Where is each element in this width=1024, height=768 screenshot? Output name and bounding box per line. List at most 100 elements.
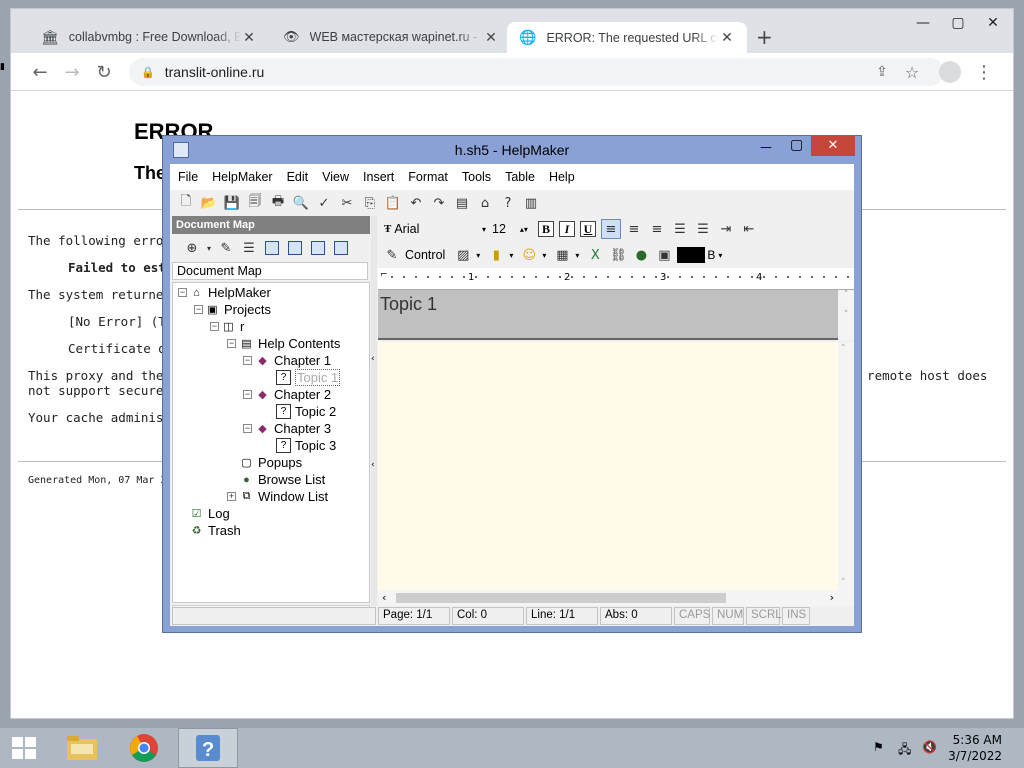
menu-kebab-icon[interactable]: ⋮ bbox=[971, 59, 997, 85]
indent-icon[interactable]: ⇥ bbox=[716, 219, 736, 239]
move-left-icon[interactable] bbox=[262, 238, 282, 258]
tree-node-browse-list[interactable]: ● Browse List bbox=[239, 471, 325, 488]
helpmaker-taskbar-button[interactable]: ? bbox=[178, 728, 238, 768]
collapse-arrow-icon[interactable]: ‹ bbox=[371, 354, 375, 364]
collapse-icon[interactable]: − bbox=[243, 356, 252, 365]
library-icon[interactable]: ▥ bbox=[521, 193, 541, 213]
tab-3[interactable]: 🌐 ERROR: The requested URL could ✕ bbox=[507, 22, 747, 53]
vertical-scrollbar[interactable]: ˄ ˅ bbox=[838, 342, 854, 590]
topic-body[interactable] bbox=[378, 342, 838, 590]
collapse-arrow-icon[interactable]: ‹ bbox=[371, 460, 375, 470]
menu-edit[interactable]: Edit bbox=[287, 170, 309, 184]
dropdown-arrow-icon[interactable]: ▾ bbox=[575, 251, 579, 260]
move-down-icon[interactable] bbox=[308, 238, 328, 258]
b-label[interactable]: B bbox=[707, 248, 715, 262]
add-topic-icon[interactable]: ⊕ bbox=[182, 238, 202, 258]
font-name-select[interactable]: Ŧ Arial ▾ bbox=[378, 220, 486, 238]
tab-1[interactable]: 🏛 collabvmbg : Free Download, Bor ✕ bbox=[29, 22, 269, 52]
tree-node-help-contents[interactable]: ▤ Help Contents bbox=[239, 335, 340, 352]
scroll-right-icon[interactable]: › bbox=[830, 591, 834, 604]
tree-node-topic-2[interactable]: ? Topic 2 bbox=[276, 403, 336, 420]
scroll-thumb[interactable] bbox=[396, 593, 726, 603]
web-icon[interactable]: ● bbox=[631, 245, 651, 265]
help-icon[interactable]: ? bbox=[498, 193, 518, 213]
undo-icon[interactable]: ↶ bbox=[406, 193, 426, 213]
cut-icon[interactable]: ✂ bbox=[337, 193, 357, 213]
numbered-list-icon[interactable]: ☰ bbox=[693, 219, 713, 239]
tree-node-log[interactable]: ☑ Log bbox=[189, 505, 230, 522]
tree-node-chapter-2[interactable]: ◆ Chapter 2 bbox=[255, 386, 331, 403]
scroll-left-icon[interactable]: ‹ bbox=[382, 591, 386, 604]
close-icon[interactable]: ✕ bbox=[719, 29, 735, 46]
tree-node-chapter-1[interactable]: ◆ Chapter 1 bbox=[255, 352, 331, 369]
print-preview-icon[interactable]: 🔍 bbox=[291, 193, 311, 213]
collapse-icon[interactable]: − bbox=[227, 339, 236, 348]
tab-stop-icon[interactable]: ⌐ bbox=[380, 270, 388, 280]
outdent-icon[interactable]: ⇤ bbox=[739, 219, 759, 239]
dropdown-arrow-icon[interactable]: ▾ bbox=[205, 238, 213, 258]
bullet-list-icon[interactable]: ☰ bbox=[670, 219, 690, 239]
close-icon[interactable]: ✕ bbox=[241, 29, 257, 46]
collapse-icon[interactable]: − bbox=[210, 322, 219, 331]
excel-icon[interactable]: X bbox=[585, 245, 605, 265]
menu-format[interactable]: Format bbox=[408, 170, 448, 184]
chart-icon[interactable]: ▦ bbox=[552, 245, 572, 265]
underline-button[interactable]: U bbox=[580, 221, 596, 237]
menu-file[interactable]: File bbox=[178, 170, 198, 184]
start-button[interactable] bbox=[0, 728, 48, 768]
dropdown-arrow-icon[interactable]: ▾ bbox=[542, 251, 546, 260]
file-explorer-button[interactable] bbox=[52, 728, 112, 768]
close-window-button[interactable]: ✕ bbox=[811, 136, 855, 156]
forward-icon[interactable]: → bbox=[59, 59, 85, 85]
tree-node-topic-1[interactable]: ? Topic 1 bbox=[276, 369, 341, 386]
tree-node-projects[interactable]: ▣ Projects bbox=[205, 301, 271, 318]
close-icon[interactable]: ✕ bbox=[483, 29, 499, 46]
sort-icon[interactable]: ☰ bbox=[239, 238, 259, 258]
menu-table[interactable]: Table bbox=[505, 170, 535, 184]
collapse-icon[interactable]: − bbox=[243, 390, 252, 399]
window-icon[interactable]: ▣ bbox=[654, 245, 674, 265]
tree-node-chapter-3[interactable]: ◆ Chapter 3 bbox=[255, 420, 331, 437]
font-size-select[interactable]: 12 ▴▾ bbox=[486, 220, 538, 238]
menu-tools[interactable]: Tools bbox=[462, 170, 491, 184]
new-document-icon[interactable]: 🗋 bbox=[176, 193, 196, 213]
note-icon[interactable]: ▮ bbox=[486, 245, 506, 265]
italic-button[interactable]: I bbox=[559, 221, 575, 237]
scroll-up-icon[interactable]: ˄ bbox=[841, 344, 846, 354]
menu-helpmaker[interactable]: HelpMaker bbox=[212, 170, 272, 184]
topic-title[interactable]: Topic 1 bbox=[378, 290, 854, 340]
menu-help[interactable]: Help bbox=[549, 170, 575, 184]
compile-icon[interactable]: ⌂ bbox=[475, 193, 495, 213]
flag-icon[interactable]: ⚑ bbox=[873, 740, 884, 754]
close-window-button[interactable]: ✕ bbox=[978, 15, 1008, 31]
collapse-icon[interactable]: − bbox=[178, 288, 187, 297]
control-label[interactable]: Control bbox=[405, 248, 445, 262]
tree-node-trash[interactable]: ♻ Trash bbox=[189, 522, 241, 539]
insert-image-icon[interactable]: ▨ bbox=[453, 245, 473, 265]
color-swatch[interactable] bbox=[677, 247, 706, 263]
open-folder-icon[interactable]: 📂 bbox=[199, 193, 219, 213]
menu-insert[interactable]: Insert bbox=[363, 170, 394, 184]
minimize-button[interactable]: — bbox=[908, 15, 938, 31]
profile-icon[interactable] bbox=[937, 59, 963, 85]
link-icon[interactable]: ⛓ bbox=[608, 245, 628, 265]
maximize-button[interactable]: ▢ bbox=[790, 137, 803, 153]
reload-icon[interactable]: ↻ bbox=[91, 59, 117, 85]
tree-node-r[interactable]: ◫ r bbox=[221, 318, 244, 335]
save-icon[interactable]: 💾 bbox=[222, 193, 242, 213]
dropdown-arrow-icon[interactable]: ▾ bbox=[476, 251, 480, 260]
paste-icon[interactable]: 📋 bbox=[383, 193, 403, 213]
tree-node-helpmaker[interactable]: ⌂ HelpMaker bbox=[189, 284, 271, 301]
tree-node-topic-3[interactable]: ? Topic 3 bbox=[276, 437, 336, 454]
bold-button[interactable]: B bbox=[538, 221, 554, 237]
align-left-icon[interactable]: ≡ bbox=[601, 219, 621, 239]
expand-icon[interactable]: + bbox=[227, 492, 236, 501]
chrome-taskbar-button[interactable] bbox=[114, 728, 174, 768]
align-center-icon[interactable]: ≡ bbox=[624, 219, 644, 239]
spellcheck-icon[interactable]: ✓ bbox=[314, 193, 334, 213]
splitter[interactable]: ‹ ‹ bbox=[371, 216, 377, 606]
redo-icon[interactable]: ↷ bbox=[429, 193, 449, 213]
new-tab-button[interactable]: + bbox=[756, 25, 773, 49]
move-right-icon[interactable] bbox=[331, 238, 351, 258]
dropdown-arrow-icon[interactable]: ▾ bbox=[509, 251, 513, 260]
